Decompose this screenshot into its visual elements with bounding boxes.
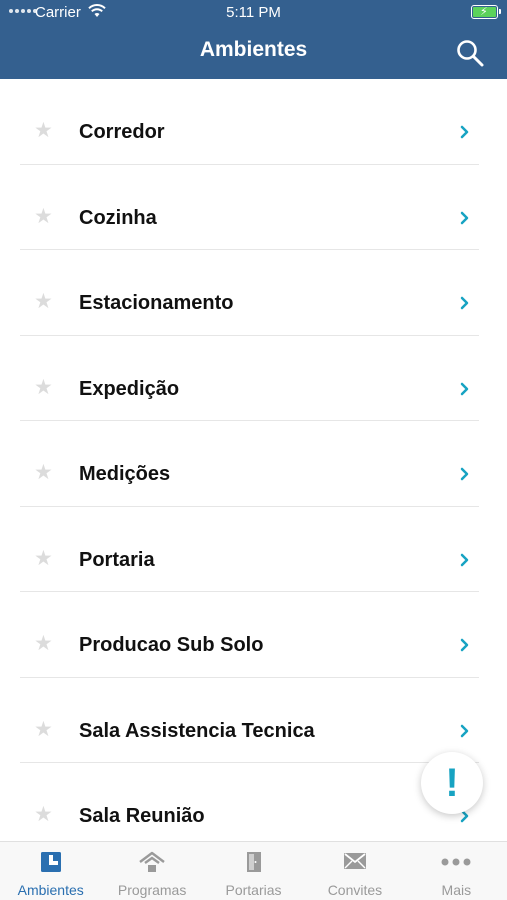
list-item-label: Cozinha <box>79 206 157 229</box>
favorite-star-icon[interactable]: ★ <box>34 291 53 312</box>
tab-programas[interactable]: Programas <box>101 842 202 900</box>
chevron-right-icon <box>460 211 470 230</box>
tab-label: Programas <box>117 882 187 898</box>
tab-convites[interactable]: Convites <box>304 842 405 900</box>
favorite-star-icon[interactable]: ★ <box>34 804 53 825</box>
battery-icon: ⚡ <box>471 5 501 19</box>
favorite-star-icon[interactable]: ★ <box>34 633 53 654</box>
ambientes-icon <box>40 851 62 878</box>
list-item-label: Sala Assistencia Tecnica <box>79 719 315 742</box>
favorite-star-icon[interactable]: ★ <box>34 377 53 398</box>
tab-label: Mais <box>441 882 472 898</box>
envelope-icon <box>343 851 367 876</box>
chevron-right-icon <box>460 553 470 572</box>
chevron-right-icon <box>460 382 470 401</box>
tab-ambientes[interactable]: Ambientes <box>0 842 101 900</box>
chevron-right-icon <box>460 125 470 144</box>
list-item[interactable]: ★ Corredor <box>0 79 507 165</box>
chevron-right-icon <box>460 724 470 743</box>
more-icon <box>440 851 472 878</box>
tab-mais[interactable]: Mais <box>406 842 507 900</box>
favorite-star-icon[interactable]: ★ <box>34 719 53 740</box>
list-item-label: Corredor <box>79 121 165 143</box>
chevron-right-icon <box>460 296 470 315</box>
list-item[interactable]: ★ Cozinha <box>0 165 507 250</box>
alert-button[interactable]: ! <box>421 752 483 814</box>
favorite-star-icon[interactable]: ★ <box>34 462 53 483</box>
list-item[interactable]: ★ Portaria <box>0 507 507 592</box>
list-item-label: Sala Reunião <box>79 805 205 827</box>
tab-bar: Ambientes Programas Portarias Convites M… <box>0 841 507 900</box>
list-item-label: Estacionamento <box>79 292 234 314</box>
favorite-star-icon[interactable]: ★ <box>34 206 53 227</box>
list-item-label: Expedição <box>79 377 180 400</box>
clock: 5:11 PM <box>226 4 281 21</box>
home-icon <box>137 851 167 878</box>
chevron-right-icon <box>460 638 470 657</box>
list-item[interactable]: ★ Estacionamento <box>0 250 507 336</box>
favorite-star-icon[interactable]: ★ <box>34 548 53 569</box>
exclamation-icon: ! <box>445 761 459 805</box>
tab-label: Ambientes <box>17 882 84 898</box>
chevron-right-icon <box>460 467 470 486</box>
favorite-star-icon[interactable]: ★ <box>34 120 53 141</box>
tab-portarias[interactable]: Portarias <box>203 842 304 900</box>
tab-label: Portarias <box>225 882 282 898</box>
list-item[interactable]: ★ Producao Sub Solo <box>0 592 507 678</box>
status-bar: Carrier 5:11 PM ⚡ <box>0 0 507 26</box>
door-icon <box>245 851 263 878</box>
environment-list: ★ Corredor ★ Cozinha ★ Estacionamento ★ … <box>0 79 507 841</box>
page-title: Ambientes <box>199 38 308 61</box>
tab-label: Convites <box>327 882 383 898</box>
list-item-label: Producao Sub Solo <box>79 634 264 656</box>
list-item[interactable]: ★ Sala Assistencia Tecnica <box>0 678 507 763</box>
navigation-bar: Carrier 5:11 PM ⚡ Ambientes <box>0 0 507 79</box>
list-item-label: Medições <box>79 463 171 485</box>
search-icon[interactable] <box>455 38 485 68</box>
list-item[interactable]: ★ Medições <box>0 421 507 507</box>
list-item-label: Portaria <box>79 548 155 571</box>
list-item[interactable]: ★ Expedição <box>0 336 507 421</box>
